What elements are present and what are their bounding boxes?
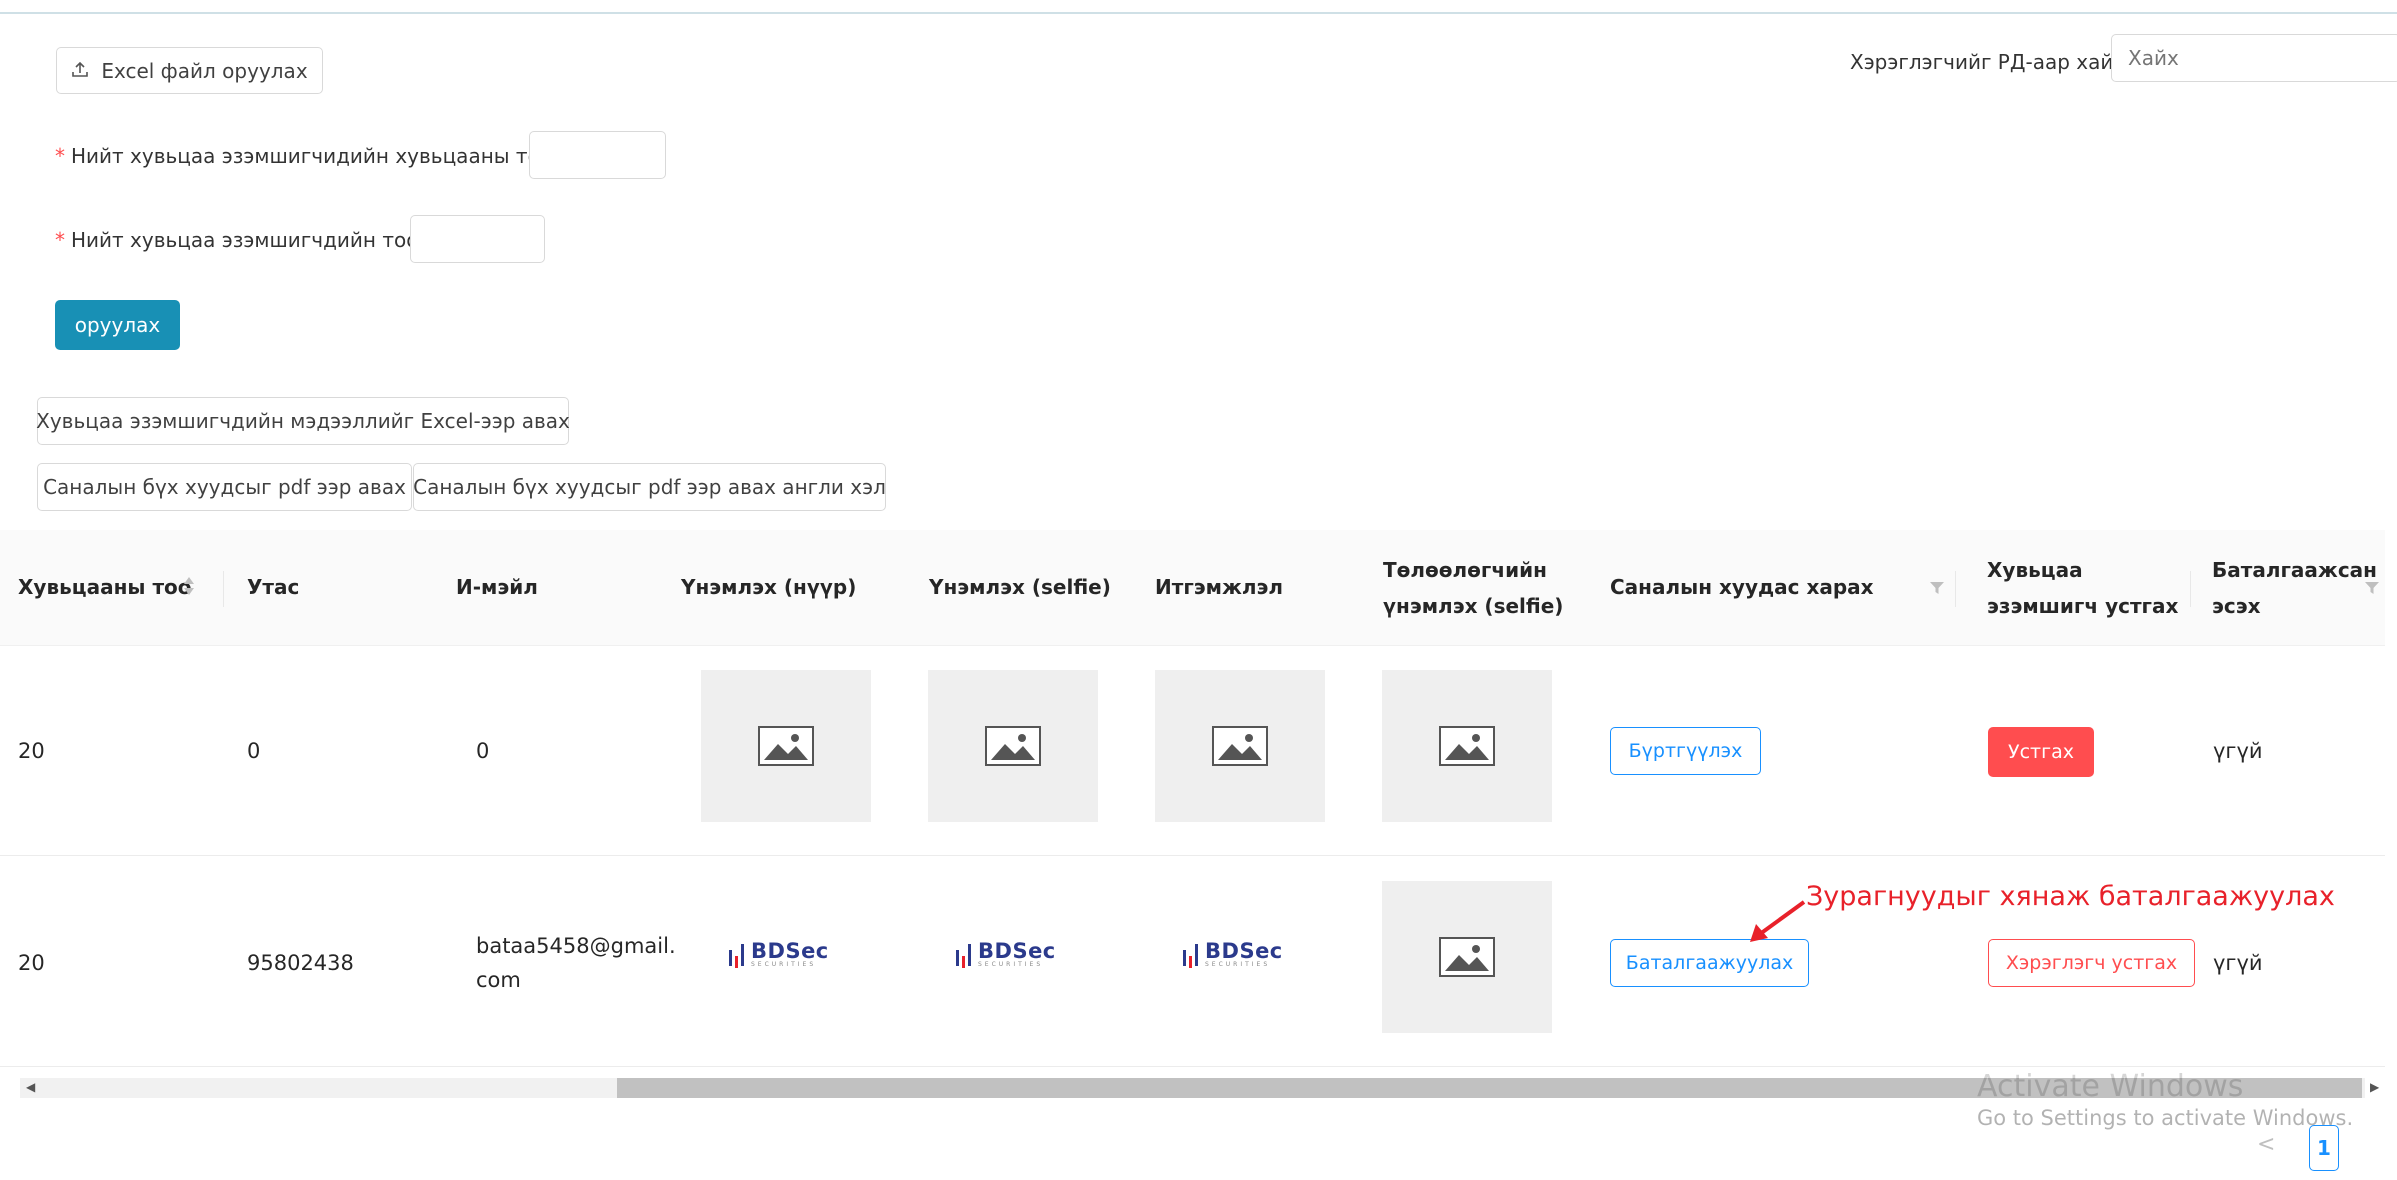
column-header-delete-line2: эзэмшигч устгах — [1987, 594, 2179, 618]
required-mark: * — [55, 228, 65, 252]
column-divider — [1955, 571, 1956, 607]
windows-activation-title: Activate Windows — [1977, 1069, 2244, 1104]
top-divider — [0, 12, 2397, 14]
excel-upload-label: Excel файл оруулах — [101, 58, 308, 83]
column-header-delete-line1: Хувьцаа — [1987, 558, 2083, 582]
column-header-phone: Утас — [247, 575, 300, 599]
column-header-proxy: Итгэмжлэл — [1155, 575, 1284, 599]
total-shareholders-label-text: Нийт хувьцаа эзэмшигчдийн тоо: — [71, 228, 426, 252]
image-icon — [985, 726, 1041, 766]
id-selfie-image-placeholder[interactable] — [928, 670, 1098, 822]
search-label: Хэрэглэгчийг РД-аар хайх — [1850, 50, 2126, 74]
column-header-representative-line1: Төлөөлөгчийн — [1383, 558, 1547, 582]
annotation-arrow-icon — [1746, 898, 1808, 948]
image-icon — [1212, 726, 1268, 766]
cell-email: 0 — [476, 739, 490, 763]
column-header-id-front: Үнэмлэх (нүүр) — [681, 575, 857, 599]
scroll-left-arrow-icon[interactable]: ◀ — [26, 1080, 35, 1094]
cell-shares: 20 — [18, 739, 45, 763]
image-icon — [1439, 937, 1495, 977]
cell-verified: үгүй — [2213, 739, 2263, 763]
column-header-verified-line2: эсэх — [2212, 594, 2261, 618]
cell-email-line2: com — [476, 968, 521, 992]
cell-shares: 20 — [18, 951, 45, 975]
id-front-image-placeholder[interactable] — [701, 670, 871, 822]
total-shares-label-text: Нийт хувьцаа эзэмшигчидийн хувьцааны тоо… — [71, 144, 559, 168]
column-header-email: И-мэйл — [456, 575, 538, 599]
cell-email: bataa5458@gmail. com — [476, 929, 676, 997]
register-button[interactable]: Бүртгүүлэх — [1610, 727, 1761, 775]
column-divider — [2190, 571, 2191, 607]
bdsec-logo-text: BDSec — [1205, 939, 1283, 963]
column-header-verified: Баталгаажсан эсэх — [2212, 552, 2377, 624]
image-icon — [758, 726, 814, 766]
column-header-id-selfie: Үнэмлэх (selfie) — [929, 575, 1111, 599]
total-shares-input[interactable] — [529, 131, 666, 179]
proxy-image-placeholder[interactable] — [1155, 670, 1325, 822]
sort-icon[interactable] — [183, 575, 195, 601]
filter-icon[interactable] — [2364, 580, 2380, 599]
total-shareholders-label: * Нийт хувьцаа эзэмшигчдийн тоо: — [55, 224, 425, 256]
cell-phone: 95802438 — [247, 951, 354, 975]
delete-user-button[interactable]: Хэрэглэгч устгах — [1988, 939, 2195, 987]
column-header-delete: Хувьцаа эзэмшигч устгах — [1987, 552, 2178, 624]
export-pdf-button[interactable]: Саналын бүх хуудсыг pdf ээр авах — [37, 463, 412, 511]
required-mark: * — [55, 144, 65, 168]
cell-verified: үгүй — [2213, 951, 2263, 975]
row-divider — [0, 855, 2385, 856]
image-icon — [1439, 726, 1495, 766]
excel-upload-button[interactable]: Excel файл оруулах — [56, 47, 323, 94]
pagination-prev-button[interactable]: < — [2257, 1132, 2275, 1157]
total-shares-label: * Нийт хувьцаа эзэмшигчидийн хувьцааны то… — [55, 140, 559, 172]
bdsec-logo-icon — [1183, 944, 1198, 968]
column-header-ballot: Саналын хуудас харах — [1610, 575, 1874, 599]
representative-image-placeholder[interactable] — [1382, 670, 1552, 822]
total-shareholders-input[interactable] — [410, 215, 545, 263]
search-input[interactable] — [2111, 34, 2397, 82]
scroll-right-arrow-icon[interactable]: ▶ — [2370, 1080, 2379, 1094]
column-header-representative-line2: үнэмлэх (selfie) — [1383, 594, 1564, 618]
bdsec-logo[interactable]: BDSec SECURITIES — [727, 940, 829, 970]
column-divider — [223, 571, 224, 607]
cell-phone: 0 — [247, 739, 261, 763]
windows-activation-subtitle: Go to Settings to activate Windows. — [1977, 1106, 2354, 1130]
bdsec-logo[interactable]: BDSec SECURITIES — [954, 940, 1056, 970]
column-header-shares-label: Хувьцааны тоо — [18, 575, 192, 599]
pagination-page-1[interactable]: 1 — [2309, 1125, 2339, 1171]
export-pdf-en-button[interactable]: Саналын бүх хуудсыг pdf ээр авах англи х… — [413, 463, 886, 511]
annotation-text: Зурагнуудыг хянаж баталгаажуулах — [1806, 881, 2335, 912]
column-header-shares[interactable]: Хувьцааны тоо — [18, 569, 192, 605]
submit-button[interactable]: оруулах — [55, 300, 180, 350]
column-header-representative: Төлөөлөгчийн үнэмлэх (selfie) — [1383, 552, 1563, 624]
bdsec-logo-icon — [956, 944, 971, 968]
cell-email-line1: bataa5458@gmail. — [476, 934, 676, 958]
bdsec-logo[interactable]: BDSec SECURITIES — [1181, 940, 1283, 970]
upload-icon — [71, 59, 89, 83]
row-divider — [0, 1066, 2385, 1067]
bdsec-logo-text: BDSec — [978, 939, 1056, 963]
column-header-verified-line1: Баталгаажсан — [2212, 558, 2377, 582]
bdsec-logo-icon — [729, 944, 744, 968]
bdsec-logo-text: BDSec — [751, 939, 829, 963]
delete-button[interactable]: Устгах — [1988, 727, 2094, 777]
representative-image-placeholder[interactable] — [1382, 881, 1552, 1033]
export-excel-button[interactable]: Хувьцаа эзэмшигчдийн мэдээллийг Excel-ээ… — [36, 397, 570, 445]
filter-icon[interactable] — [1929, 580, 1945, 599]
